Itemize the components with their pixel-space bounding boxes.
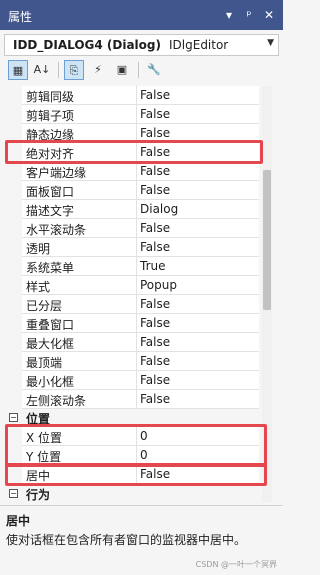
window-title: 属性 xyxy=(8,10,33,24)
property-value[interactable]: False xyxy=(140,107,170,121)
property-value[interactable]: False xyxy=(140,126,170,140)
property-value[interactable]: False xyxy=(140,88,170,102)
property-name: 左侧滚动条 xyxy=(26,394,87,408)
toolbar-separator xyxy=(138,62,139,78)
property-row[interactable]: 面板窗口 False xyxy=(8,181,259,200)
property-row[interactable]: 描述文字 Dialog xyxy=(8,200,259,219)
toolbar-separator xyxy=(58,62,59,78)
property-name: 系统菜单 xyxy=(26,261,75,275)
collapse-icon[interactable]: − xyxy=(9,489,18,498)
object-name: IDD_DIALOG4 (Dialog) xyxy=(13,38,161,52)
property-name: 剪辑同级 xyxy=(26,90,75,104)
property-row[interactable]: 样式 Popup xyxy=(8,276,259,295)
collapse-icon[interactable]: − xyxy=(9,413,18,422)
property-value[interactable]: False xyxy=(140,240,170,254)
pin-icon[interactable]: ᵖ xyxy=(242,7,256,23)
property-value[interactable]: Popup xyxy=(140,278,177,292)
property-row[interactable]: 最大化框 False xyxy=(8,333,259,352)
property-value[interactable]: False xyxy=(140,316,170,330)
property-row[interactable]: 剪辑同级 False xyxy=(8,86,259,105)
highlight-absolute-align xyxy=(5,140,263,164)
category-behavior[interactable]: − 行为 xyxy=(8,485,259,503)
property-name: 客户端边缘 xyxy=(26,166,87,180)
property-value[interactable]: False xyxy=(140,373,170,387)
property-value[interactable]: False xyxy=(140,297,170,311)
property-row[interactable]: 透明 False xyxy=(8,238,259,257)
description-text: 使对话框在包含所有者窗口的监视器中居中。 xyxy=(6,533,247,547)
highlight-center xyxy=(5,463,267,486)
alphabetical-icon[interactable]: A↓ xyxy=(32,60,52,80)
property-name: 重叠窗口 xyxy=(26,318,75,332)
property-name: 水平滚动条 xyxy=(26,223,87,237)
object-type: IDlgEditor xyxy=(169,38,229,52)
property-value[interactable]: Dialog xyxy=(140,202,178,216)
highlight-xy-position xyxy=(5,424,267,467)
properties-icon[interactable]: ⎘ xyxy=(64,60,84,80)
property-value[interactable]: False xyxy=(140,221,170,235)
messages-icon[interactable]: ▣ xyxy=(112,60,132,80)
properties-window-titlebar: 属性 ▾ ᵖ ✕ xyxy=(0,0,283,30)
close-icon[interactable]: ✕ xyxy=(262,7,276,23)
property-value[interactable]: False xyxy=(140,183,170,197)
property-name: 最小化框 xyxy=(26,375,75,389)
description-title: 居中 xyxy=(6,514,31,528)
categorized-icon[interactable]: ▦ xyxy=(8,60,28,80)
property-row[interactable]: 已分层 False xyxy=(8,295,259,314)
property-row[interactable]: 最小化框 False xyxy=(8,371,259,390)
description-panel: 居中 使对话框在包含所有者窗口的监视器中居中。 CSDN @一叶一个冥界 xyxy=(0,505,283,575)
property-name: 最大化框 xyxy=(26,337,75,351)
properties-toolbar: ▦ A↓ ⎘ ⚡ ▣ 🔧 xyxy=(6,60,276,82)
property-row[interactable]: 系统菜单 True xyxy=(8,257,259,276)
chevron-down-icon[interactable]: ▼ xyxy=(267,38,274,48)
property-row[interactable]: 水平滚动条 False xyxy=(8,219,259,238)
property-name: 样式 xyxy=(26,280,51,294)
property-row[interactable]: 左侧滚动条 False xyxy=(8,390,259,409)
object-selector-dropdown[interactable]: IDD_DIALOG4 (Dialog) IDlgEditor ▼ xyxy=(4,34,279,56)
events-icon[interactable]: ⚡ xyxy=(88,60,108,80)
window-menu-chevron-icon[interactable]: ▾ xyxy=(222,7,236,23)
property-pages-icon[interactable]: 🔧 xyxy=(144,60,164,80)
property-name: 透明 xyxy=(26,242,51,256)
property-value[interactable]: False xyxy=(140,164,170,178)
property-value[interactable]: False xyxy=(140,354,170,368)
property-row[interactable]: 重叠窗口 False xyxy=(8,314,259,333)
property-name: 描述文字 xyxy=(26,204,75,218)
property-row[interactable]: 剪辑子项 False xyxy=(8,105,259,124)
scrollbar-thumb[interactable] xyxy=(263,170,271,310)
property-row[interactable]: 最顶端 False xyxy=(8,352,259,371)
property-value[interactable]: False xyxy=(140,392,170,406)
property-name: 面板窗口 xyxy=(26,185,75,199)
property-value[interactable]: False xyxy=(140,335,170,349)
property-name: 最顶端 xyxy=(26,356,63,370)
property-row[interactable]: 客户端边缘 False xyxy=(8,162,259,181)
category-label: 行为 xyxy=(26,488,51,502)
property-name: 已分层 xyxy=(26,299,63,313)
property-value[interactable]: True xyxy=(140,259,166,273)
watermark: CSDN @一叶一个冥界 xyxy=(195,560,277,569)
property-name: 剪辑子项 xyxy=(26,109,75,123)
